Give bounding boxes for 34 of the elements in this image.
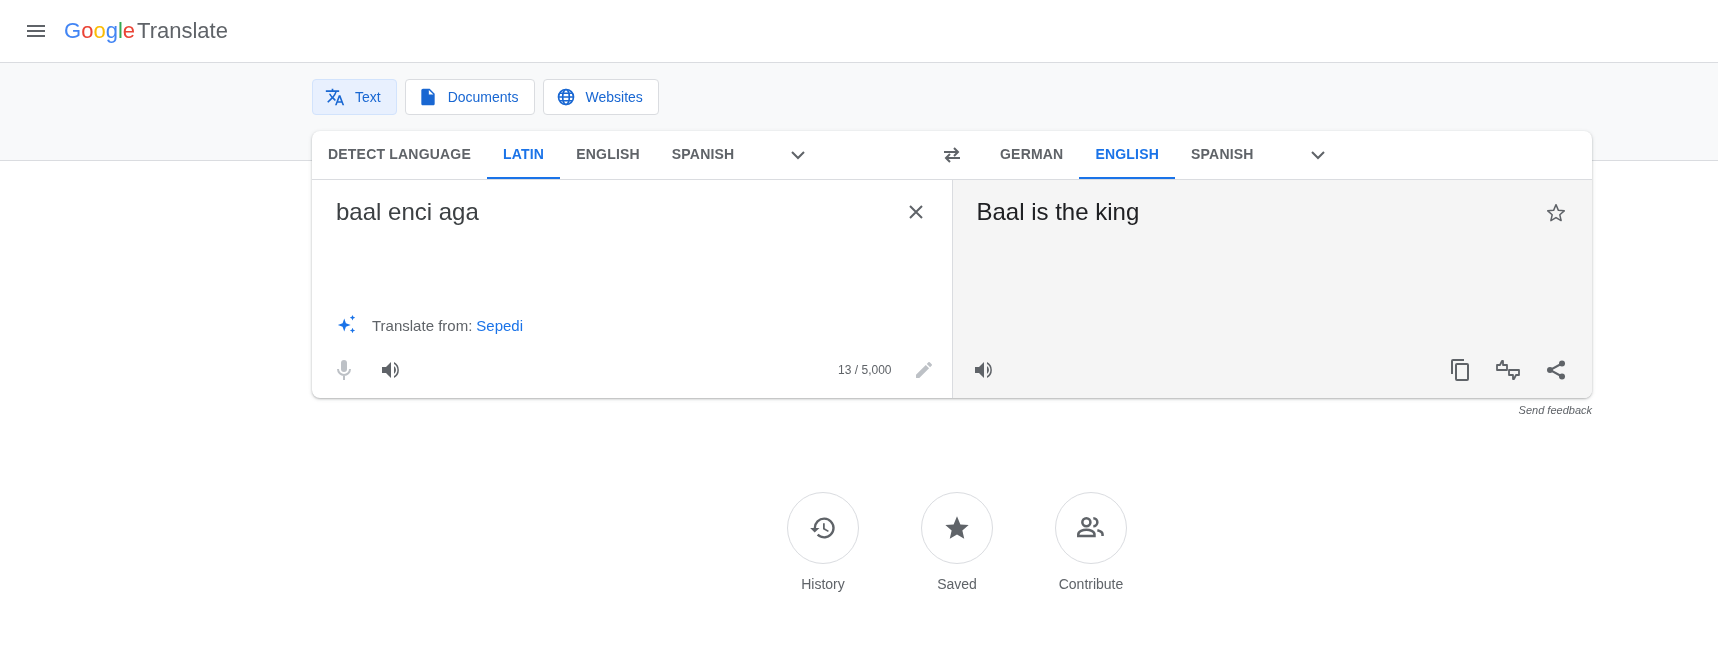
suggested-language-link[interactable]: Sepedi <box>476 316 524 334</box>
language-tab[interactable]: SPANISH <box>1175 131 1270 179</box>
star-outline-icon <box>1546 202 1566 222</box>
shortcut-label: History <box>801 576 845 592</box>
source-text-field[interactable]: baal enci aga <box>336 192 888 232</box>
copy-icon <box>1451 359 1469 381</box>
language-tab[interactable]: DETECT LANGUAGE <box>312 131 487 179</box>
thumbs-up-down-icon <box>1496 360 1520 380</box>
google-translate-logo[interactable]: GoogleTranslate <box>64 18 228 44</box>
chevron-down-icon <box>1310 150 1325 160</box>
mode-tab[interactable]: Documents <box>404 79 535 115</box>
globe-icon <box>555 87 576 107</box>
pencil-icon <box>915 362 932 378</box>
share-icon <box>1546 360 1566 380</box>
language-tab[interactable]: ENGLISH <box>560 131 656 179</box>
shortcut-label: Contribute <box>1058 576 1124 592</box>
speaker-icon <box>382 361 402 379</box>
suggestion-label: Translate from: <box>372 316 473 334</box>
language-tab[interactable]: LATIN <box>487 131 561 179</box>
swap-arrows-icon <box>942 147 962 163</box>
translate-icon <box>325 87 345 107</box>
sparkle-icon <box>336 314 358 336</box>
mode-tab[interactable]: Text <box>312 79 397 115</box>
chevron-down-icon <box>791 150 806 160</box>
translation-text: Baal is the king <box>976 197 1141 227</box>
microphone-icon <box>337 360 351 380</box>
language-tab[interactable]: GERMAN <box>984 131 1080 179</box>
speaker-icon <box>974 361 995 379</box>
language-tab[interactable]: SPANISH <box>655 131 751 179</box>
close-icon <box>908 205 923 219</box>
character-count: 13 / 5,000 <box>838 363 892 377</box>
shortcut-label: Saved <box>937 576 977 592</box>
mode-tab[interactable]: Websites <box>542 79 659 115</box>
send-feedback-link[interactable]: Send feedback <box>1518 404 1592 416</box>
